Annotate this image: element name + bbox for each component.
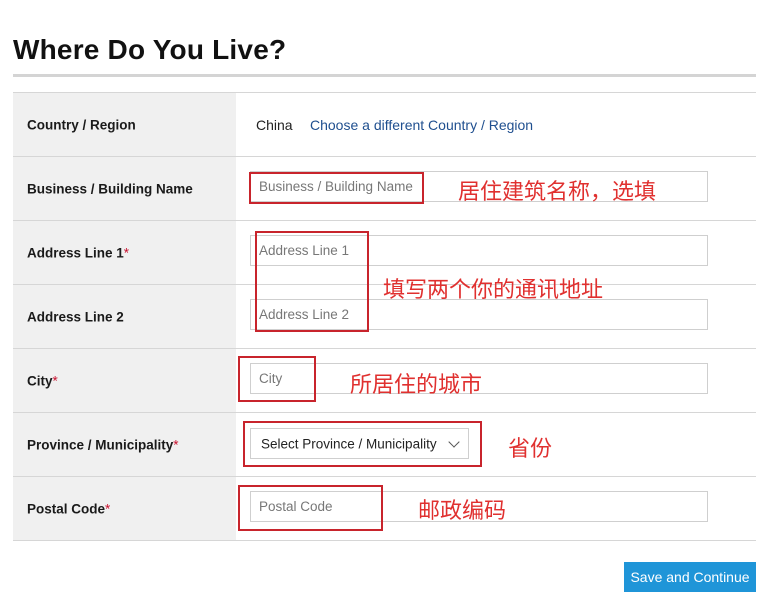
label-cell: Address Line 2 (13, 285, 236, 348)
save-and-continue-button[interactable]: Save and Continue (624, 562, 756, 592)
province-select[interactable]: Select Province / Municipality (250, 428, 469, 459)
label-cell: Postal Code* (13, 477, 236, 540)
annotation-province: 省份 (508, 437, 553, 462)
required-marker: * (52, 373, 58, 388)
label-cell: City* (13, 349, 236, 412)
address-line-2-label: Address Line 2 (27, 309, 124, 324)
label-cell: Province / Municipality* (13, 413, 236, 476)
label-cell: Business / Building Name (13, 157, 236, 220)
address-line-1-input[interactable] (250, 235, 708, 266)
chevron-down-icon (448, 436, 460, 448)
country-label: Country / Region (27, 117, 136, 132)
city-label: City* (27, 373, 58, 388)
address-line-1-label: Address Line 1* (27, 245, 130, 260)
annotation-city: 所居住的城市 (350, 373, 483, 398)
required-marker: * (123, 245, 130, 260)
change-country-link[interactable]: Choose a different Country / Region (310, 117, 533, 133)
annotation-address: 填写两个你的通讯地址 (383, 278, 604, 303)
title-divider (13, 74, 756, 77)
annotation-business: 居住建筑名称，选填 (458, 180, 657, 205)
postal-code-label: Postal Code* (27, 501, 111, 516)
province-label: Province / Municipality* (27, 437, 179, 452)
page-title: Where Do You Live? (13, 34, 287, 65)
required-marker: * (173, 437, 179, 452)
address-form: Country / Region China Choose a differen… (13, 92, 756, 541)
province-row: Province / Municipality* Select Province… (13, 413, 756, 477)
annotation-postal: 邮政编码 (418, 499, 507, 524)
business-label: Business / Building Name (27, 181, 193, 196)
country-value: China (256, 116, 293, 133)
country-row: Country / Region China Choose a differen… (13, 93, 756, 157)
label-cell: Address Line 1* (13, 221, 236, 284)
required-marker: * (105, 501, 111, 516)
postal-code-row: Postal Code* (13, 477, 756, 541)
province-select-value: Select Province / Municipality (261, 436, 437, 451)
label-cell: Country / Region (13, 93, 236, 156)
